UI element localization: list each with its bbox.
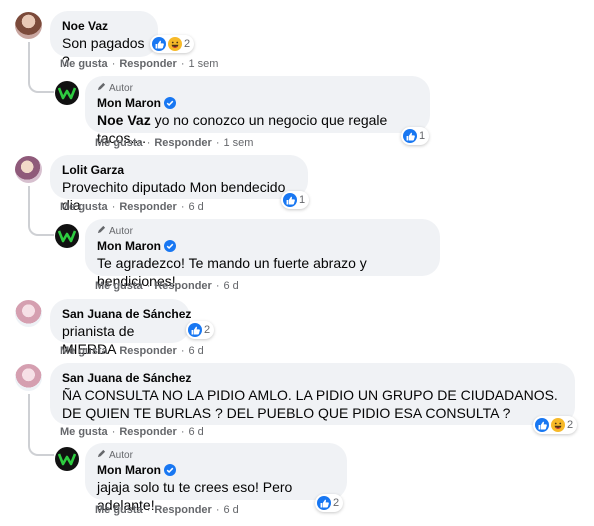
reply-bubble: Autor Mon Maron Noe Vaz yo no conozco un… <box>85 76 430 146</box>
thumbs-up-icon <box>403 129 417 143</box>
author-badge: Autor <box>97 82 418 95</box>
timestamp[interactable]: 6 d <box>224 280 239 292</box>
haha-icon <box>168 37 182 51</box>
reaction-count: 2 <box>204 324 211 336</box>
brand-logo-icon <box>58 230 76 243</box>
comment-actions: Me gusta · Responder · 1 sem <box>60 58 219 70</box>
like-button[interactable]: Me gusta <box>60 58 108 70</box>
brand-logo-icon <box>58 453 76 466</box>
comment-bubble: Noe Vaz Son pagados ? <box>50 11 158 69</box>
reply-button[interactable]: Responder <box>154 137 211 149</box>
reply-button[interactable]: Responder <box>154 280 211 292</box>
thumbs-up-icon <box>188 323 202 337</box>
reaction-summary[interactable]: 1 <box>401 127 430 145</box>
reaction-summary[interactable]: 2 <box>533 416 578 434</box>
verified-badge-icon <box>164 464 176 476</box>
reply-thread-line <box>28 42 54 93</box>
like-button[interactable]: Me gusta <box>60 345 108 357</box>
reply-button[interactable]: Responder <box>119 426 176 438</box>
author-badge: Autor <box>97 225 428 238</box>
brand-logo-icon <box>58 87 76 100</box>
avatar[interactable] <box>15 12 42 39</box>
comment-actions: Me gusta · Responder · 1 sem <box>95 137 254 149</box>
author-badge: Autor <box>97 449 335 462</box>
pencil-icon <box>97 449 106 462</box>
reply-button[interactable]: Responder <box>119 345 176 357</box>
reaction-count: 2 <box>184 38 191 50</box>
thumbs-up-icon <box>535 418 549 432</box>
timestamp[interactable]: 6 d <box>189 201 204 213</box>
timestamp[interactable]: 1 sem <box>189 58 219 70</box>
reply-thread-line <box>28 186 54 236</box>
comment-actions: Me gusta · Responder · 6 d <box>60 426 204 438</box>
pencil-icon <box>97 82 106 95</box>
avatar[interactable] <box>15 156 42 183</box>
commenter-name[interactable]: Mon Maron <box>97 239 161 253</box>
avatar[interactable] <box>15 300 42 327</box>
mention-link[interactable]: Noe Vaz <box>97 112 151 128</box>
thumbs-up-icon <box>283 193 297 207</box>
timestamp[interactable]: 6 d <box>224 504 239 516</box>
avatar[interactable] <box>55 81 79 105</box>
like-button[interactable]: Me gusta <box>95 280 143 292</box>
reaction-summary[interactable]: 2 <box>186 321 215 339</box>
reply-bubble: Autor Mon Maron Te agradezco! Te mando u… <box>85 219 440 289</box>
commenter-name[interactable]: San Juana de Sánchez <box>62 306 191 322</box>
avatar[interactable] <box>15 364 42 391</box>
avatar[interactable] <box>55 447 79 471</box>
reply-bubble: Autor Mon Maron jajaja solo tu te crees … <box>85 443 347 513</box>
commenter-name[interactable]: Mon Maron <box>97 463 161 477</box>
comment-text: ÑA CONSULTA NO LA PIDIO AMLO. LA PIDIO U… <box>62 387 558 421</box>
reply-button[interactable]: Responder <box>154 504 211 516</box>
avatar[interactable] <box>55 224 79 248</box>
reply-button[interactable]: Responder <box>119 58 176 70</box>
comment-bubble: San Juana de Sánchez ÑA CONSULTA NO LA P… <box>50 363 575 425</box>
like-button[interactable]: Me gusta <box>95 137 143 149</box>
reaction-count: 2 <box>567 419 574 431</box>
thumbs-up-icon <box>317 496 331 510</box>
comment-actions: Me gusta · Responder · 6 d <box>95 280 239 292</box>
reaction-count: 1 <box>419 130 426 142</box>
timestamp[interactable]: 1 sem <box>224 137 254 149</box>
reaction-summary[interactable]: 1 <box>281 191 310 209</box>
like-button[interactable]: Me gusta <box>60 201 108 213</box>
verified-badge-icon <box>164 240 176 252</box>
commenter-name[interactable]: Noe Vaz <box>62 18 146 34</box>
like-button[interactable]: Me gusta <box>60 426 108 438</box>
timestamp[interactable]: 6 d <box>189 345 204 357</box>
commenter-name[interactable]: Mon Maron <box>97 96 161 110</box>
comment-bubble: San Juana de Sánchez prianista de MIERDA <box>50 299 191 357</box>
commenter-name[interactable]: San Juana de Sánchez <box>62 370 563 386</box>
reaction-summary[interactable]: 2 <box>315 494 344 512</box>
reaction-count: 1 <box>299 194 306 206</box>
haha-icon <box>551 418 565 432</box>
reply-button[interactable]: Responder <box>119 201 176 213</box>
reaction-summary[interactable]: 2 <box>150 35 195 53</box>
comment-actions: Me gusta · Responder · 6 d <box>95 504 239 516</box>
timestamp[interactable]: 6 d <box>189 426 204 438</box>
reaction-count: 2 <box>333 497 340 509</box>
pencil-icon <box>97 225 106 238</box>
comment-actions: Me gusta · Responder · 6 d <box>60 345 204 357</box>
comment-bubble: Lolit Garza Provechito diputado Mon bend… <box>50 155 308 213</box>
verified-badge-icon <box>164 97 176 109</box>
like-button[interactable]: Me gusta <box>95 504 143 516</box>
commenter-name[interactable]: Lolit Garza <box>62 162 296 178</box>
comment-actions: Me gusta · Responder · 6 d <box>60 201 204 213</box>
thumbs-up-icon <box>152 37 166 51</box>
